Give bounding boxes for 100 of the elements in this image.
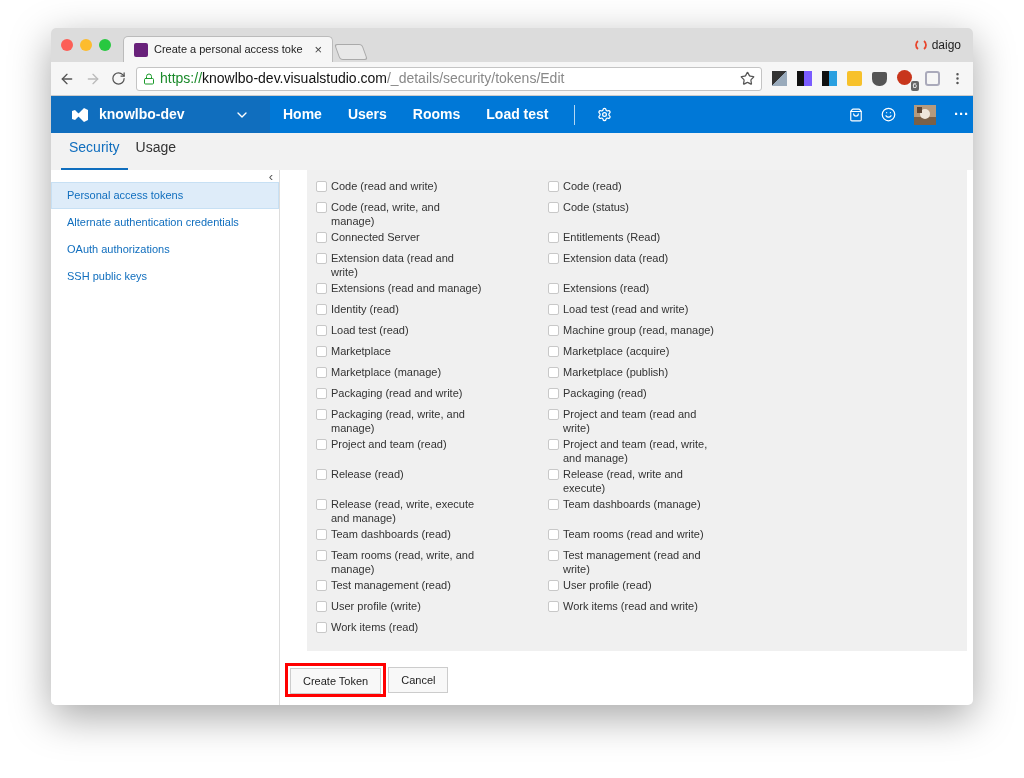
checkbox-label: Packaging (read and write)	[331, 386, 464, 400]
extension-icon[interactable]	[897, 69, 912, 85]
smiley-icon[interactable]	[881, 107, 896, 122]
checkbox-label: Entitlements (Read)	[563, 230, 662, 244]
sidebar-item[interactable]: Personal access tokens	[51, 182, 279, 209]
zoom-window-icon[interactable]	[99, 39, 111, 51]
checkbox[interactable]	[548, 499, 559, 510]
checkbox[interactable]	[316, 439, 327, 450]
checkbox-label: Team rooms (read, write, and manage)	[331, 548, 476, 576]
checkbox[interactable]	[548, 283, 559, 294]
checkbox-label: Work items (read and write)	[563, 599, 699, 613]
checkbox[interactable]	[548, 367, 559, 378]
more-button[interactable]: ···	[954, 103, 969, 126]
checkbox[interactable]	[548, 550, 559, 561]
nav-link[interactable]: Load test	[473, 104, 562, 125]
checkbox[interactable]	[316, 550, 327, 561]
checkbox-label: Release (read, write and execute)	[563, 467, 684, 495]
extension-icon[interactable]	[822, 71, 837, 86]
nav-link[interactable]: Rooms	[399, 104, 474, 125]
checkbox[interactable]	[316, 304, 327, 315]
checkbox-label: Test management (read and write)	[563, 548, 702, 576]
checkbox-label: Team rooms (read and write)	[563, 527, 705, 541]
checkbox[interactable]	[548, 232, 559, 243]
checkbox[interactable]	[548, 202, 559, 213]
checkbox[interactable]	[316, 622, 327, 633]
checkbox[interactable]	[548, 601, 559, 612]
page-tab[interactable]: Usage	[127, 137, 185, 170]
checkbox[interactable]	[316, 181, 327, 192]
checkbox-label: Identity (read)	[331, 302, 400, 316]
checkbox-label: Code (read)	[563, 179, 623, 193]
checkbox[interactable]	[316, 469, 327, 480]
checkbox-label: Release (read, write, execute and manage)	[331, 497, 476, 525]
bookmark-star-icon[interactable]	[740, 71, 755, 86]
checkbox-label: Code (status)	[563, 200, 631, 214]
checkbox[interactable]	[548, 409, 559, 420]
checkbox-label: Team dashboards (manage)	[563, 497, 702, 511]
extension-icon[interactable]	[797, 71, 812, 86]
settings-icon[interactable]	[596, 107, 612, 122]
extension-badge: 6	[910, 80, 919, 91]
shopping-bag-icon[interactable]	[849, 107, 863, 122]
app-logo-icon	[71, 106, 89, 123]
checkbox[interactable]	[548, 346, 559, 357]
checkbox[interactable]	[316, 529, 327, 540]
reload-icon[interactable]	[111, 71, 126, 86]
checkbox[interactable]	[548, 469, 559, 480]
checkbox[interactable]	[316, 346, 327, 357]
checkbox[interactable]	[316, 367, 327, 378]
sidebar-item[interactable]: Alternate authentication credentials	[51, 209, 279, 236]
tab-close-button[interactable]: ×	[314, 42, 323, 57]
checkbox-label: Project and team (read, write, and manage)	[563, 437, 709, 465]
checkbox[interactable]	[548, 388, 559, 399]
checkbox-label: Extension data (read)	[563, 251, 670, 265]
checkbox[interactable]	[316, 580, 327, 591]
checkbox[interactable]	[548, 325, 559, 336]
checkbox[interactable]	[316, 601, 327, 612]
checkbox[interactable]	[316, 202, 327, 213]
checkbox-label: Work items (read)	[331, 620, 420, 634]
sidebar-item[interactable]: SSH public keys	[51, 263, 279, 290]
checkbox[interactable]	[548, 439, 559, 450]
checkbox[interactable]	[316, 499, 327, 510]
checkbox-label: Connected Server	[331, 230, 421, 244]
checkbox[interactable]	[548, 580, 559, 591]
browser-tab[interactable]: Create a personal access toke ×	[123, 36, 334, 62]
url-text: https://knowlbo-dev.visualstudio.com/_details/security/tokens/Edit	[160, 69, 565, 88]
checkbox-label: Extensions (read)	[563, 281, 651, 295]
checkbox-label: Marketplace (manage)	[331, 365, 443, 379]
tab-title: Create a personal access toke	[154, 42, 303, 58]
new-tab-button[interactable]	[334, 44, 369, 60]
checkbox[interactable]	[316, 232, 327, 243]
profile-name[interactable]: daigo	[931, 36, 961, 54]
minimize-window-icon[interactable]	[80, 39, 92, 51]
sidebar-item[interactable]: OAuth authorizations	[51, 236, 279, 263]
checkbox[interactable]	[548, 253, 559, 264]
form-button[interactable]: Cancel	[388, 667, 449, 694]
checkbox-label: Code (read, write, and manage)	[331, 200, 441, 228]
checkbox[interactable]	[548, 529, 559, 540]
checkbox-label: Marketplace	[331, 344, 392, 358]
checkbox[interactable]	[548, 181, 559, 192]
checkbox-label: Team dashboards (read)	[331, 527, 452, 541]
nav-link[interactable]: Users	[334, 104, 400, 125]
checkbox-label: Packaging (read)	[563, 386, 648, 400]
close-window-icon[interactable]	[61, 39, 73, 51]
nav-link[interactable]: Home	[270, 104, 335, 125]
lock-icon	[143, 72, 155, 85]
checkbox-label: User profile (read)	[563, 578, 653, 592]
profile-icon[interactable]	[914, 39, 927, 51]
form-button[interactable]: Create Token	[290, 668, 382, 695]
checkbox[interactable]	[548, 304, 559, 315]
checkbox[interactable]	[316, 409, 327, 420]
checkbox-label: Extensions (read and manage)	[331, 281, 483, 295]
address-field[interactable]: https://knowlbo-dev.visualstudio.com/_details/security/tokens/Edit	[136, 66, 762, 91]
checkbox[interactable]	[316, 325, 327, 336]
checkbox[interactable]	[316, 253, 327, 264]
checkbox-label: Marketplace (acquire)	[563, 344, 671, 358]
pocket-icon[interactable]	[872, 71, 887, 86]
checkbox[interactable]	[316, 283, 327, 294]
account-switcher[interactable]: knowlbo-dev	[51, 96, 270, 133]
extension-icon[interactable]	[772, 71, 787, 86]
checkbox[interactable]	[316, 388, 327, 399]
collapse-button[interactable]: ‹	[268, 172, 273, 182]
